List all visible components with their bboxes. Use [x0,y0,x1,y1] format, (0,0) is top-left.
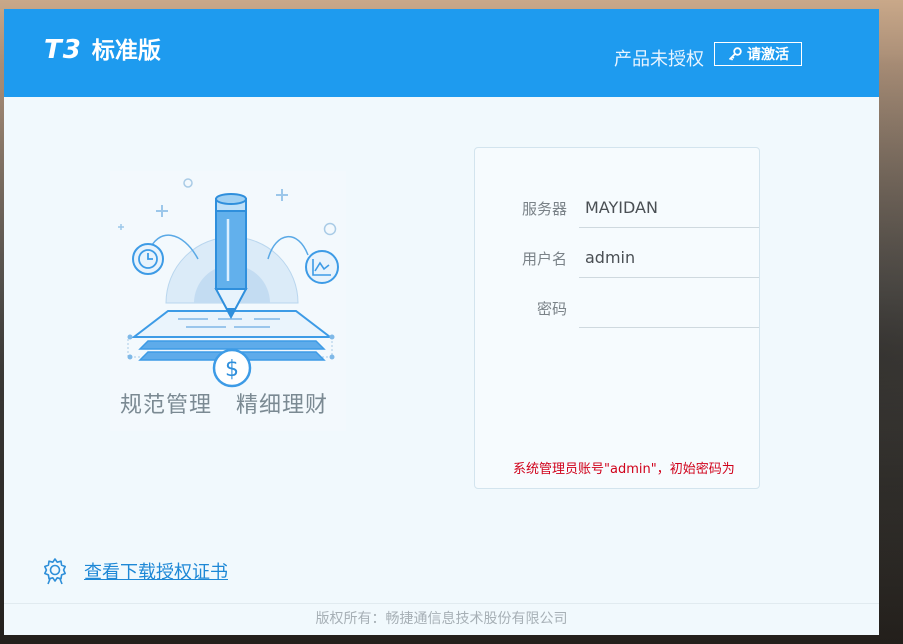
server-label: 服务器 [521,200,567,218]
header-bar: T3 标准版 产品未授权 请激活 [4,9,879,97]
view-cert-link[interactable]: 查看下载授权证书 [84,558,228,584]
login-panel: 服务器 用户名 密码 系统管理员账号"admin"，初始密码为 [474,147,760,489]
slogan-left: 规范管理 [120,393,213,418]
footer-copyright: 版权所有：畅捷通信息技术股份有限公司 [4,603,879,635]
slogan: 规范管理 精细理财 [120,387,328,419]
admin-hint: 系统管理员账号"admin"，初始密码为 [513,462,735,477]
license-status: 产品未授权 [614,49,704,70]
cert-link-area: 查看下载授权证书 [42,557,228,585]
username-row: 用户名 [475,238,759,278]
password-input[interactable] [579,288,759,328]
password-label: 密码 [536,300,567,318]
slogan-right: 精细理财 [236,393,329,418]
username-input[interactable] [579,238,759,278]
logo-edition: 标准版 [91,38,161,64]
currency-symbol: $ [225,357,239,382]
key-icon [728,47,742,61]
password-row: 密码 [475,288,759,328]
username-label: 用户名 [521,250,567,268]
logo-mark: T3 [44,35,82,65]
login-window: T3 标准版 产品未授权 请激活 $ 规范管理 精细理财 服务器 MAYIDAN… [4,9,879,635]
activate-button[interactable]: 请激活 [714,42,802,66]
gear-icon [44,558,66,585]
activate-label: 请激活 [747,47,789,63]
app-logo: T3 标准版 [44,31,161,65]
server-row: 服务器 [475,188,759,228]
server-input[interactable] [579,188,759,228]
